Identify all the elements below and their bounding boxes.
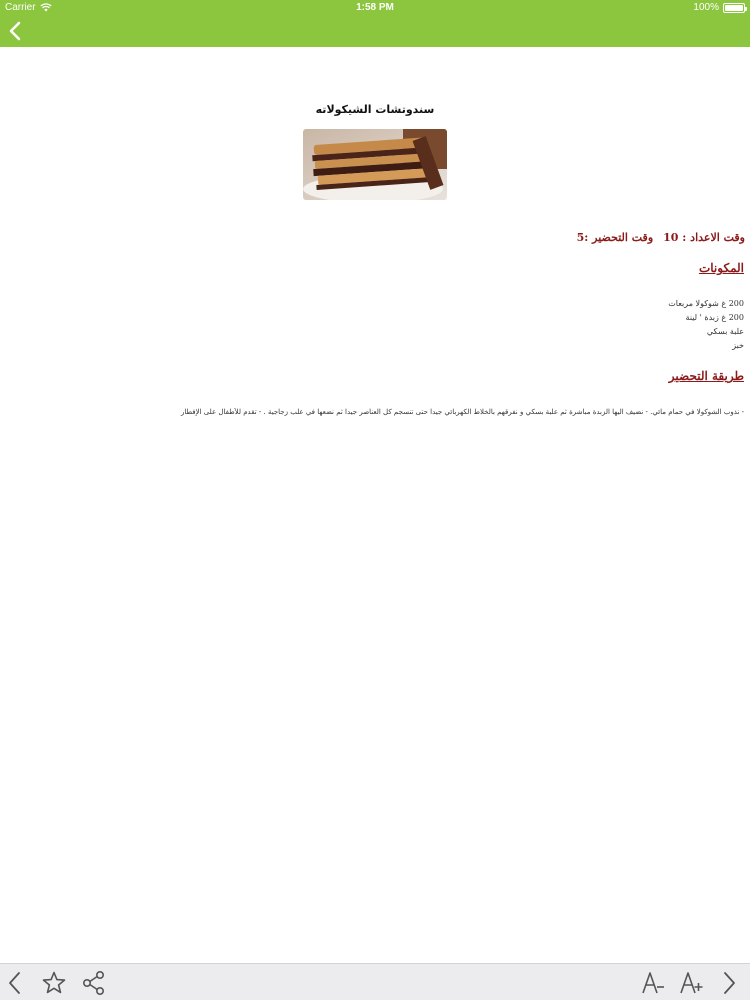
top-bar: Carrier 1:58 PM 100% <box>0 0 750 47</box>
star-icon <box>42 971 66 994</box>
ingredient-item: 200 غ زبدة ' لينة <box>685 313 744 322</box>
battery-percent: 100% <box>693 2 719 13</box>
share-icon <box>82 970 105 995</box>
prep-time: وقت الاعداد : 10 <box>663 231 745 244</box>
font-decrease-icon <box>642 972 664 994</box>
bottom-toolbar <box>0 963 750 1000</box>
ingredients-heading: المكونات <box>698 261 744 275</box>
font-decrease-button[interactable] <box>640 970 666 996</box>
chevron-right-icon <box>724 972 735 994</box>
method-text: - نذوب الشوكولا في حمام مائي. - نضيف الي… <box>181 408 744 416</box>
method-heading: طريقة التحضير <box>668 369 744 383</box>
back-button[interactable] <box>6 20 26 42</box>
font-increase-icon <box>680 972 703 994</box>
share-button[interactable] <box>81 970 107 996</box>
previous-button[interactable] <box>2 970 28 996</box>
recipe-title: سندوتشات الشيكولاته <box>315 103 435 116</box>
status-bar: Carrier 1:58 PM 100% <box>0 0 750 16</box>
battery-icon <box>723 2 747 13</box>
next-button[interactable] <box>716 970 742 996</box>
recipe-photo <box>303 129 447 200</box>
favorite-button[interactable] <box>41 970 67 996</box>
battery-indicator: 100% <box>693 2 747 13</box>
ingredients-list: 200 غ شوكولا مربعات 200 غ زبدة ' لينة عل… <box>668 297 744 353</box>
ingredient-item: علبة بسكي <box>706 327 744 336</box>
chevron-left-icon <box>9 972 20 994</box>
ingredient-item: 200 غ شوكولا مربعات <box>668 299 744 308</box>
ingredient-item: خبز <box>732 341 744 350</box>
recipe-times: وقت الاعداد : 10 وقت التحضير :5 <box>577 231 745 244</box>
font-increase-button[interactable] <box>678 970 704 996</box>
cook-time: وقت التحضير :5 <box>576 231 654 244</box>
chevron-left-icon <box>9 21 21 41</box>
recipe-content: سندوتشات الشيكولاته وقت الاعداد: 10 وقت… <box>0 47 750 963</box>
status-time: 1:58 PM <box>356 2 394 13</box>
recipe-photo-image <box>303 129 447 200</box>
